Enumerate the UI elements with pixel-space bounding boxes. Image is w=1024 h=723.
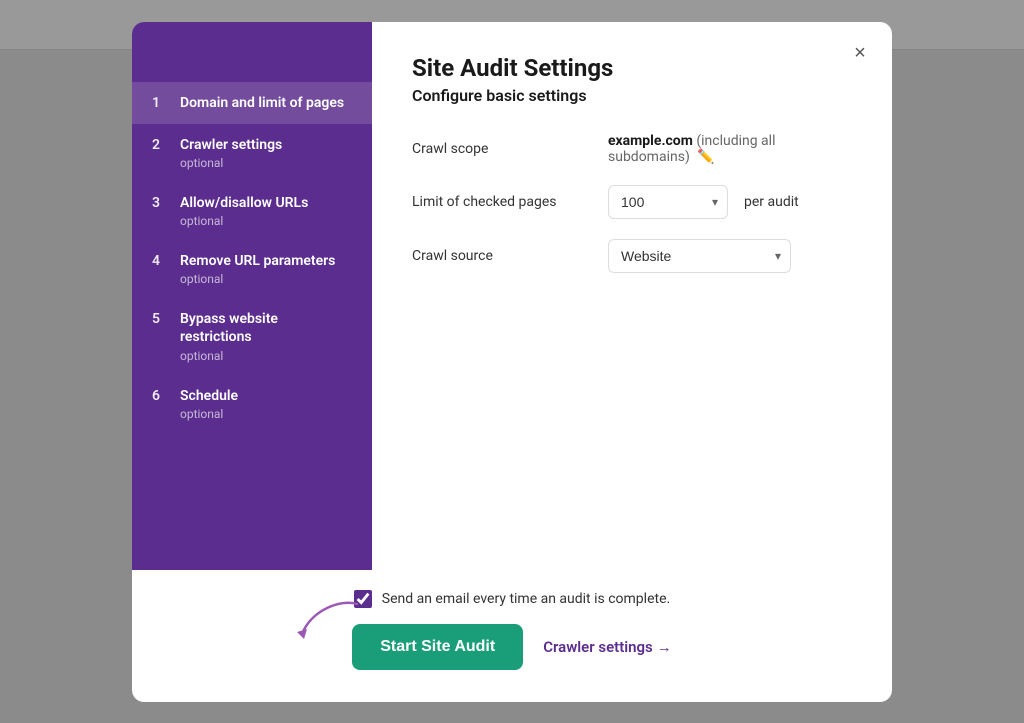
crawl-source-select-wrapper: Website Sitemap Website and Sitemap ▾ <box>608 239 791 273</box>
edit-icon[interactable]: ✏️ <box>697 149 714 165</box>
sidebar-item-number-1: 1 <box>152 95 168 111</box>
sidebar: 1 Domain and limit of pages 2 Crawler se… <box>132 22 372 570</box>
sidebar-item-label-1: Domain and limit of pages <box>180 94 344 112</box>
sidebar-item-sublabel-6: optional <box>180 407 238 421</box>
sidebar-item-content-5: Bypass website restrictions optional <box>180 310 352 362</box>
modal-title: Site Audit Settings <box>412 54 852 82</box>
crawl-source-label: Crawl source <box>412 248 592 264</box>
main-content: Site Audit Settings Configure basic sett… <box>372 22 892 570</box>
sidebar-item-number-5: 5 <box>152 311 168 327</box>
limit-row: Limit of checked pages 100 250 500 1000 … <box>412 185 852 219</box>
sidebar-item-content-2: Crawler settings optional <box>180 136 282 170</box>
crawl-scope-row: Crawl scope example.com (including all s… <box>412 133 852 165</box>
close-button[interactable]: × <box>844 38 876 70</box>
limit-select-wrapper: 100 250 500 1000 5000 10000 20000 50000 … <box>608 185 728 219</box>
sidebar-item-schedule[interactable]: 6 Schedule optional <box>132 375 372 433</box>
modal-subtitle: Configure basic settings <box>412 86 852 105</box>
footer-buttons: Start Site Audit Crawler settings → <box>352 624 672 670</box>
crawler-settings-link[interactable]: Crawler settings → <box>543 638 672 656</box>
sidebar-item-content-4: Remove URL parameters optional <box>180 252 335 286</box>
sidebar-item-label-5: Bypass website restrictions <box>180 310 352 346</box>
email-checkbox-label: Send an email every time an audit is com… <box>382 591 670 607</box>
sidebar-item-bypass[interactable]: 5 Bypass website restrictions optional <box>132 298 372 374</box>
modal-overlay: × 1 Domain and limit of pages 2 Crawler … <box>0 0 1024 723</box>
sidebar-item-number-6: 6 <box>152 388 168 404</box>
crawler-settings-arrow-icon: → <box>657 638 672 656</box>
crawl-source-row: Crawl source Website Sitemap Website and… <box>412 239 852 273</box>
limit-label: Limit of checked pages <box>412 194 592 210</box>
modal-footer: Send an email every time an audit is com… <box>132 570 892 702</box>
crawl-source-select[interactable]: Website Sitemap Website and Sitemap <box>608 239 791 273</box>
close-icon: × <box>854 42 866 65</box>
sidebar-item-number-3: 3 <box>152 195 168 211</box>
sidebar-item-sublabel-2: optional <box>180 156 282 170</box>
sidebar-item-domain[interactable]: 1 Domain and limit of pages <box>132 82 372 124</box>
crawler-settings-link-text: Crawler settings <box>543 638 653 656</box>
sidebar-item-sublabel-3: optional <box>180 214 308 228</box>
sidebar-item-label-2: Crawler settings <box>180 136 282 154</box>
sidebar-item-label-4: Remove URL parameters <box>180 252 335 270</box>
arrow-annotation <box>292 594 372 644</box>
sidebar-item-sublabel-5: optional <box>180 349 352 363</box>
modal: × 1 Domain and limit of pages 2 Crawler … <box>132 22 892 702</box>
crawl-scope-label: Crawl scope <box>412 141 592 157</box>
sidebar-item-number-4: 4 <box>152 253 168 269</box>
sidebar-item-remove-url[interactable]: 4 Remove URL parameters optional <box>132 240 372 298</box>
limit-select[interactable]: 100 250 500 1000 5000 10000 20000 50000 … <box>608 185 728 219</box>
sidebar-item-crawler[interactable]: 2 Crawler settings optional <box>132 124 372 182</box>
sidebar-item-label-6: Schedule <box>180 387 238 405</box>
start-audit-button[interactable]: Start Site Audit <box>352 624 523 670</box>
sidebar-item-sublabel-4: optional <box>180 272 335 286</box>
sidebar-item-content-1: Domain and limit of pages <box>180 94 344 112</box>
email-checkbox-row: Send an email every time an audit is com… <box>354 590 670 608</box>
sidebar-item-allow-disallow[interactable]: 3 Allow/disallow URLs optional <box>132 182 372 240</box>
sidebar-item-content-3: Allow/disallow URLs optional <box>180 194 308 228</box>
per-audit-text: per audit <box>744 194 799 210</box>
sidebar-item-number-2: 2 <box>152 137 168 153</box>
sidebar-item-label-3: Allow/disallow URLs <box>180 194 308 212</box>
sidebar-item-content-6: Schedule optional <box>180 387 238 421</box>
crawl-scope-value: example.com (including all subdomains) ✏… <box>608 133 852 165</box>
modal-body: 1 Domain and limit of pages 2 Crawler se… <box>132 22 892 570</box>
